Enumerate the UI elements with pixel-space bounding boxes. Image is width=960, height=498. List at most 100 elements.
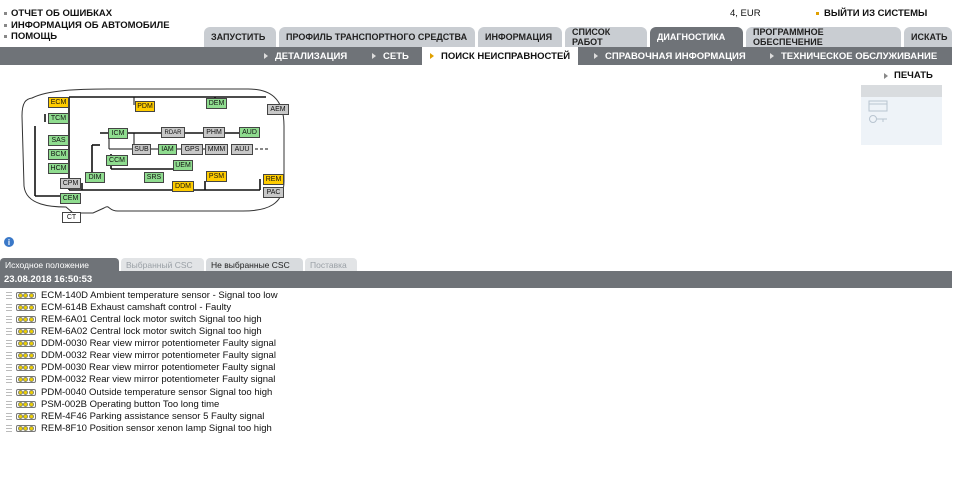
drag-handle-icon[interactable] bbox=[6, 315, 12, 323]
module-cpm[interactable]: CPM bbox=[60, 178, 81, 189]
bullet-icon bbox=[816, 12, 819, 15]
list-item[interactable]: DDM-0030 Rear view mirror potentiometer … bbox=[6, 337, 276, 349]
list-item[interactable]: ECM-614B Exhaust camshaft control - Faul… bbox=[6, 301, 231, 313]
tab-unselected-csc[interactable]: Не выбранные CSC bbox=[206, 258, 303, 271]
logout-link[interactable]: ВЫЙТИ ИЗ СИСТЕМЫ bbox=[816, 8, 927, 19]
tab-search[interactable]: ИСКАТЬ bbox=[904, 27, 952, 47]
help-label: ПОМОЩЬ bbox=[11, 31, 58, 42]
module-pac[interactable]: PAC bbox=[263, 187, 284, 198]
subnav-details[interactable]: ДЕТАЛИЗАЦИЯ bbox=[264, 47, 347, 65]
session-datetime: 23.08.2018 16:50:53 bbox=[0, 271, 952, 288]
list-item[interactable]: REM-6A02 Central lock motor switch Signa… bbox=[6, 325, 262, 337]
list-item[interactable]: ECM-140D Ambient temperature sensor - Si… bbox=[6, 289, 278, 301]
module-sub[interactable]: SUB bbox=[132, 144, 151, 155]
drag-handle-icon[interactable] bbox=[6, 388, 12, 396]
module-uem[interactable]: UEM bbox=[173, 160, 193, 171]
drag-handle-icon[interactable] bbox=[6, 375, 12, 383]
key-icon[interactable] bbox=[869, 115, 888, 123]
drag-handle-icon[interactable] bbox=[6, 351, 12, 359]
tab-start[interactable]: ЗАПУСТИТЬ bbox=[204, 27, 276, 47]
drag-handle-icon[interactable] bbox=[6, 303, 12, 311]
module-ccm[interactable]: CCM bbox=[106, 155, 128, 166]
info-icon[interactable]: i bbox=[4, 237, 14, 247]
module-srs[interactable]: SRS bbox=[144, 172, 164, 183]
tab-diagnostics[interactable]: ДИАГНОСТИКА bbox=[650, 27, 743, 47]
subnav-label: ПОИСК НЕИСПРАВНОСТЕЙ bbox=[441, 50, 571, 62]
module-pdm[interactable]: PDM bbox=[135, 101, 155, 112]
drag-handle-icon[interactable] bbox=[6, 291, 12, 299]
module-tcm[interactable]: TCM bbox=[48, 113, 69, 124]
drag-handle-icon[interactable] bbox=[6, 424, 12, 432]
dtc-text: ECM-140D Ambient temperature sensor - Si… bbox=[41, 289, 278, 301]
list-item[interactable]: DDM-0032 Rear view mirror potentiometer … bbox=[6, 349, 276, 361]
tab-software[interactable]: ПРОГРАММНОЕ ОБЕСПЕЧЕНИЕ bbox=[746, 27, 901, 47]
module-rem[interactable]: REM bbox=[263, 174, 284, 185]
list-item[interactable]: PDM-0032 Rear view mirror potentiometer … bbox=[6, 373, 275, 385]
module-ct[interactable]: CT bbox=[62, 212, 81, 223]
module-mmm[interactable]: MMM bbox=[205, 144, 228, 155]
subnav-reference-info[interactable]: СПРАВОЧНАЯ ИНФОРМАЦИЯ bbox=[594, 47, 746, 65]
tab-label: СПИСОК РАБОТ bbox=[572, 27, 611, 47]
module-icm[interactable]: ICM bbox=[108, 128, 128, 139]
drag-handle-icon[interactable] bbox=[6, 412, 12, 420]
indicator-lamp-icon bbox=[16, 363, 36, 371]
calendar-icon[interactable] bbox=[868, 100, 888, 112]
module-iam[interactable]: IAM bbox=[158, 144, 177, 155]
module-hcm[interactable]: HCM bbox=[48, 163, 69, 174]
drag-handle-icon[interactable] bbox=[6, 339, 12, 347]
drag-handle-icon[interactable] bbox=[6, 327, 12, 335]
arrow-right-icon bbox=[372, 53, 376, 59]
module-aud[interactable]: AUD bbox=[239, 127, 260, 138]
arrow-right-icon bbox=[594, 53, 598, 59]
indicator-lamp-icon bbox=[16, 339, 36, 347]
module-gps[interactable]: GPS bbox=[181, 144, 203, 155]
tab-label: Исходное положение bbox=[5, 259, 89, 270]
module-cem[interactable]: CEM bbox=[60, 193, 81, 204]
list-item[interactable]: PDM-0030 Rear view mirror potentiometer … bbox=[6, 361, 275, 373]
subnav-network[interactable]: СЕТЬ bbox=[372, 47, 409, 65]
module-dem[interactable]: DEM bbox=[206, 98, 227, 109]
error-report-link[interactable]: ОТЧЕТ ОБ ОШИБКАХ bbox=[4, 8, 170, 20]
list-item[interactable]: PSM-002B Operating button Too long time bbox=[6, 398, 219, 410]
tab-label: ПРОФИЛЬ ТРАНСПОРТНОГО СРЕДСТВА bbox=[286, 32, 468, 42]
module-bcm[interactable]: BCM bbox=[48, 149, 69, 160]
module-ddm[interactable]: DDM bbox=[172, 181, 194, 192]
tab-work-list[interactable]: СПИСОК РАБОТ bbox=[565, 27, 647, 47]
dtc-text: REM-6A02 Central lock motor switch Signa… bbox=[41, 325, 262, 337]
module-sas[interactable]: SAS bbox=[48, 135, 69, 146]
module-dim[interactable]: DIM bbox=[85, 172, 105, 183]
drag-handle-icon[interactable] bbox=[6, 363, 12, 371]
arrow-right-icon bbox=[264, 53, 268, 59]
list-item[interactable]: REM-6A01 Central lock motor switch Signa… bbox=[6, 313, 262, 325]
dtc-text: ECM-614B Exhaust camshaft control - Faul… bbox=[41, 301, 232, 313]
subnav-maintenance[interactable]: ТЕХНИЧЕСКОЕ ОБСЛУЖИВАНИЕ bbox=[770, 47, 937, 65]
module-rdar[interactable]: RDAR bbox=[161, 127, 185, 138]
module-auu[interactable]: AUU bbox=[231, 144, 253, 155]
tab-delivery[interactable]: Поставка bbox=[305, 258, 357, 271]
vehicle-info-link[interactable]: ИНФОРМАЦИЯ ОБ АВТОМОБИЛЕ bbox=[4, 20, 170, 32]
panel-header bbox=[861, 85, 942, 97]
dtc-text: REM-8F10 Position sensor xenon lamp Sign… bbox=[41, 422, 272, 434]
tab-vehicle-profile[interactable]: ПРОФИЛЬ ТРАНСПОРТНОГО СРЕДСТВА bbox=[279, 27, 475, 47]
print-link[interactable]: ПЕЧАТЬ bbox=[884, 70, 933, 81]
tab-information[interactable]: ИНФОРМАЦИЯ bbox=[478, 27, 562, 47]
tab-initial-state[interactable]: Исходное положение bbox=[0, 258, 119, 271]
indicator-lamp-icon bbox=[16, 315, 36, 323]
list-item[interactable]: REM-8F10 Position sensor xenon lamp Sign… bbox=[6, 422, 272, 434]
bullet-icon bbox=[4, 35, 7, 39]
module-phm[interactable]: PHM bbox=[203, 127, 225, 138]
module-aem[interactable]: AEM bbox=[267, 104, 289, 115]
module-psm[interactable]: PSM bbox=[206, 171, 227, 182]
help-link[interactable]: ПОМОЩЬ bbox=[4, 31, 170, 43]
dtc-text: DDM-0030 Rear view mirror potentiometer … bbox=[41, 337, 276, 349]
dtc-text: REM-4F46 Parking assistance sensor 5 Fau… bbox=[41, 410, 265, 422]
network-diagram: ECM TCM SAS BCM HCM CPM CEM CT DIM PDM D… bbox=[18, 86, 289, 223]
arrow-right-icon bbox=[770, 53, 774, 59]
subnav-troubleshooting[interactable]: ПОИСК НЕИСПРАВНОСТЕЙ bbox=[422, 47, 579, 65]
indicator-lamp-icon bbox=[16, 400, 36, 408]
module-ecm[interactable]: ECM bbox=[48, 97, 69, 108]
list-item[interactable]: PDM-0040 Outside temperature sensor Sign… bbox=[6, 386, 272, 398]
tab-selected-csc[interactable]: Выбранный CSC bbox=[121, 258, 204, 271]
list-item[interactable]: REM-4F46 Parking assistance sensor 5 Fau… bbox=[6, 410, 264, 422]
drag-handle-icon[interactable] bbox=[6, 400, 12, 408]
